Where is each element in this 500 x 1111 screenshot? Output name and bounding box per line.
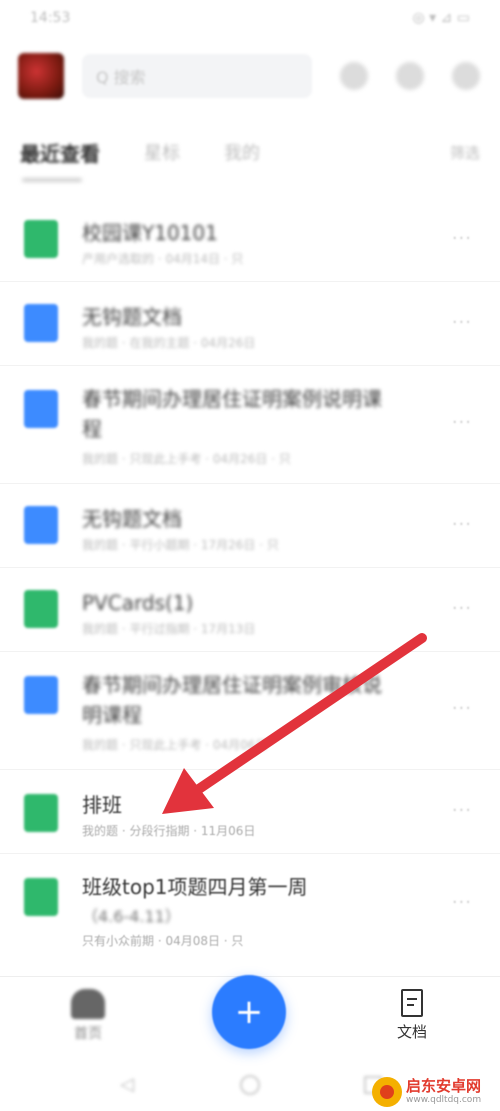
document-icon [24, 506, 58, 544]
item-text: 校园课Y10101 产用户选取的 · 04月14日 · 只 [82, 218, 422, 268]
back-icon[interactable]: ◁ [118, 1075, 136, 1094]
spreadsheet-icon [24, 878, 58, 916]
spreadsheet-icon [24, 590, 58, 628]
more-options-button[interactable]: ··· [452, 892, 472, 913]
item-text: 春节期间办理居住证明案例说明课程 我的题 · 只现此上手考 · 04月26日 ·… [82, 384, 392, 468]
folder-icon[interactable] [396, 62, 424, 90]
document-title: 排班 [82, 793, 122, 817]
document-title: 无钩题文档 [82, 507, 182, 531]
list-item[interactable]: 无钩题文档 我的题 · 在我的主题 · 04月26日 ··· [0, 282, 500, 366]
spreadsheet-icon [24, 220, 58, 258]
nav-home[interactable]: 首页 [62, 989, 114, 1043]
document-list: 校园课Y10101 产用户选取的 · 04月14日 · 只 ··· 无钩题文档 … [0, 198, 500, 964]
document-title: 班级top1项题四月第一周 [82, 875, 308, 899]
document-title: 无钩题文档 [82, 305, 182, 329]
filter-button[interactable]: 筛选 [450, 142, 480, 163]
item-text: 排班 我的题 · 分段行指期 · 11月06日 [82, 790, 422, 840]
document-title: 春节期间办理居住证明案例审核说明课程 [82, 673, 382, 727]
document-meta: 我的题 · 分段行指期 · 11月06日 [82, 824, 256, 838]
search-placeholder: Q 搜索 [96, 68, 146, 87]
status-icons: ◎ ▾ ⊿ ▭ [412, 10, 470, 26]
document-title-continuation: （4.6-4.11） [82, 907, 181, 926]
more-options-button[interactable]: ··· [452, 312, 472, 333]
notification-icon[interactable] [452, 62, 480, 90]
create-button[interactable]: + [212, 975, 286, 1049]
more-options-button[interactable]: ··· [452, 514, 472, 535]
status-bar: 14:53 ◎ ▾ ⊿ ▭ [0, 0, 500, 36]
tab-recent[interactable]: 最近查看 [20, 138, 100, 167]
more-options-button[interactable]: ··· [452, 228, 472, 249]
watermark-url: www.qdltdq.com [406, 1094, 482, 1105]
tab-bar: 最近查看 星标 我的 筛选 [20, 132, 480, 172]
microphone-icon[interactable] [340, 62, 368, 90]
watermark-text: 启东安卓网 www.qdltdq.com [406, 1076, 482, 1105]
list-item[interactable]: 班级top1项题四月第一周 （4.6-4.11） 只有小众前期 · 04月08日… [0, 854, 500, 964]
list-item[interactable]: 校园课Y10101 产用户选取的 · 04月14日 · 只 ··· [0, 198, 500, 282]
more-options-button[interactable]: ··· [452, 800, 472, 821]
item-text: 春节期间办理居住证明案例审核说明课程 我的题 · 只现此上手考 · 04月06日 [82, 670, 392, 754]
avatar[interactable] [18, 53, 64, 99]
document-meta: 产用户选取的 · 04月14日 · 只 [82, 252, 244, 266]
document-title: 校园课Y10101 [82, 221, 218, 245]
document-title: PVCards(1) [82, 591, 194, 615]
app-screen: 14:53 ◎ ▾ ⊿ ▭ Q 搜索 最近查看 星标 我的 筛选 校园课Y101… [0, 0, 500, 1111]
watermark-logo-icon [372, 1076, 402, 1107]
document-meta: 我的题 · 平行小题期 · 17月26日 · 只 [82, 538, 279, 552]
nav-documents-label: 文档 [396, 1023, 427, 1041]
bottom-navigation: 首页 + 文档 [0, 975, 500, 1057]
tab-starred[interactable]: 星标 [144, 139, 180, 165]
home-icon [71, 989, 105, 1019]
list-item[interactable]: 春节期间办理居住证明案例审核说明课程 我的题 · 只现此上手考 · 04月06日… [0, 652, 500, 770]
more-options-button[interactable]: ··· [452, 412, 472, 433]
search-input[interactable]: Q 搜索 [82, 54, 312, 98]
nav-home-label: 首页 [74, 1026, 102, 1042]
document-icon [24, 304, 58, 342]
item-text: 无钩题文档 我的题 · 平行小题期 · 17月26日 · 只 [82, 504, 422, 554]
spreadsheet-icon [24, 794, 58, 832]
list-item[interactable]: 春节期间办理居住证明案例说明课程 我的题 · 只现此上手考 · 04月26日 ·… [0, 366, 500, 484]
document-meta: 我的题 · 平行过指期 · 17月13日 [82, 622, 256, 636]
list-item[interactable]: 排班 我的题 · 分段行指期 · 11月06日 ··· [0, 770, 500, 854]
top-bar: Q 搜索 [18, 50, 488, 102]
tab-indicator [22, 178, 82, 182]
watermark: 启东安卓网 www.qdltdq.com [372, 1072, 500, 1111]
home-circle-icon[interactable] [240, 1074, 260, 1095]
status-time: 14:53 [30, 10, 71, 26]
document-icon [24, 390, 58, 428]
document-title: 春节期间办理居住证明案例说明课程 [82, 387, 382, 441]
more-options-button[interactable]: ··· [452, 698, 472, 719]
document-icon [24, 676, 58, 714]
document-meta: 我的题 · 只现此上手考 · 04月06日 [82, 738, 268, 752]
nav-documents[interactable]: 文档 [388, 989, 436, 1042]
item-text: 无钩题文档 我的题 · 在我的主题 · 04月26日 [82, 302, 422, 352]
document-meta: 我的题 · 只现此上手考 · 04月26日 · 只 [82, 452, 291, 466]
document-list-icon [401, 989, 423, 1017]
more-options-button[interactable]: ··· [452, 598, 472, 619]
item-text: PVCards(1) 我的题 · 平行过指期 · 17月13日 [82, 588, 422, 638]
list-item[interactable]: 无钩题文档 我的题 · 平行小题期 · 17月26日 · 只 ··· [0, 484, 500, 568]
document-meta: 我的题 · 在我的主题 · 04月26日 [82, 336, 256, 350]
document-meta: 只有小众前期 · 04月08日 · 只 [82, 934, 244, 948]
list-item[interactable]: PVCards(1) 我的题 · 平行过指期 · 17月13日 ··· [0, 568, 500, 652]
item-text: 班级top1项题四月第一周 （4.6-4.11） 只有小众前期 · 04月08日… [82, 872, 412, 950]
watermark-title: 启东安卓网 [406, 1076, 482, 1095]
tab-mine[interactable]: 我的 [224, 139, 260, 165]
